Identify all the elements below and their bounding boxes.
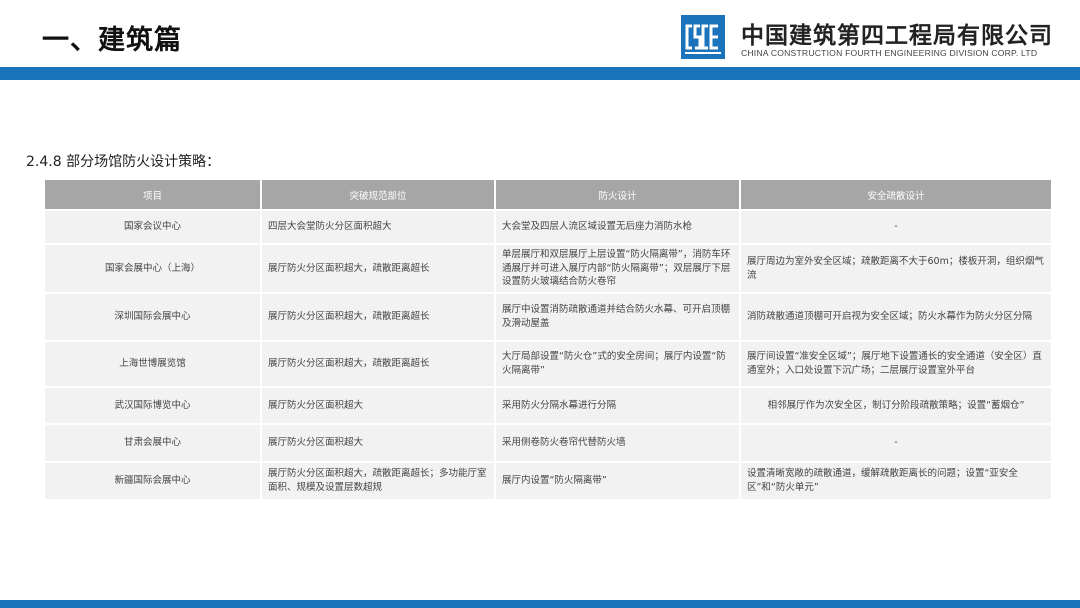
cell-project: 新疆国际会展中心 <box>45 463 260 499</box>
cell-project: 深圳国际会展中心 <box>45 294 260 340</box>
cell-evacuation-design: 相邻展厅作为次安全区，制订分阶段疏散策略；设置“蓄烟仓” <box>741 388 1051 423</box>
column-header-fire-design: 防火设计 <box>496 180 739 209</box>
cell-fire-design: 大会堂及四层人流区域设置无后座力消防水枪 <box>496 211 739 243</box>
cell-fire-design: 采用防火分隔水幕进行分隔 <box>496 388 739 423</box>
cell-fire-design: 采用侧卷防火卷帘代替防火墙 <box>496 425 739 461</box>
column-header-project: 项目 <box>45 180 260 209</box>
table-row: 国家会议中心 四层大会堂防火分区面积超大 大会堂及四层人流区域设置无后座力消防水… <box>45 211 1051 243</box>
cell-project: 国家会展中心（上海） <box>45 245 260 292</box>
company-name: 中国建筑第四工程局有限公司 <box>741 23 1053 49</box>
cell-exceeded-code: 展厅防火分区面积超大，疏散距离超长 <box>262 294 494 340</box>
table-header-row: 项目 突破规范部位 防火设计 安全疏散设计 <box>45 180 1051 209</box>
cell-evacuation-design: 展厅间设置“准安全区域”；展厅地下设置通长的安全通道（安全区）直通室外；入口处设… <box>741 342 1051 386</box>
cell-fire-design: 大厅局部设置“防火仓”式的安全房间；展厅内设置“防火隔离带” <box>496 342 739 386</box>
section-heading: 2.4.8 部分场馆防火设计策略： <box>26 154 221 170</box>
cell-exceeded-code: 展厅防火分区面积超大，疏散距离超长 <box>262 245 494 292</box>
cell-exceeded-code: 展厅防火分区面积超大，疏散距离超长；多功能厅室面积、规模及设置层数超规 <box>262 463 494 499</box>
footer-bar <box>0 600 1080 608</box>
cell-project: 甘肃会展中心 <box>45 425 260 461</box>
table-row: 深圳国际会展中心 展厅防火分区面积超大，疏散距离超长 展厅中设置消防疏散通道并结… <box>45 294 1051 340</box>
cell-project: 上海世博展览馆 <box>45 342 260 386</box>
cell-exceeded-code: 展厅防火分区面积超大 <box>262 388 494 423</box>
company-name-en: CHINA CONSTRUCTION FOURTH ENGINEERING DI… <box>741 48 1038 58</box>
cell-exceeded-code: 展厅防火分区面积超大 <box>262 425 494 461</box>
table-row: 新疆国际会展中心 展厅防火分区面积超大，疏散距离超长；多功能厅室面积、规模及设置… <box>45 463 1051 499</box>
cell-fire-design: 展厅中设置消防疏散通道并结合防火水幕、可开启顶棚及滑动屋盖 <box>496 294 739 340</box>
fire-strategy-table: 项目 突破规范部位 防火设计 安全疏散设计 国家会议中心 四层大会堂防火分区面积… <box>43 178 1053 501</box>
cell-evacuation-design: 展厅周边为室外安全区域；疏散距离不大于60m；楼板开洞，组织烟气流 <box>741 245 1051 292</box>
cell-fire-design: 单层展厅和双层展厅上层设置“防火隔离带”，消防车环通展厅并可进入展厅内部“防火隔… <box>496 245 739 292</box>
header-bar <box>0 67 1080 80</box>
cell-fire-design: 展厅内设置“防火隔离带” <box>496 463 739 499</box>
cell-evacuation-design: 消防疏散通道顶棚可开启视为安全区域；防火水幕作为防火分区分隔 <box>741 294 1051 340</box>
cscec-logo-icon <box>681 15 725 59</box>
cell-project: 武汉国际博览中心 <box>45 388 260 423</box>
cell-evacuation-design: - <box>741 425 1051 461</box>
cell-exceeded-code: 展厅防火分区面积超大，疏散距离超长 <box>262 342 494 386</box>
table-row: 国家会展中心（上海） 展厅防火分区面积超大，疏散距离超长 单层展厅和双层展厅上层… <box>45 245 1051 292</box>
column-header-evacuation-design: 安全疏散设计 <box>741 180 1051 209</box>
cell-project: 国家会议中心 <box>45 211 260 243</box>
cell-exceeded-code: 四层大会堂防火分区面积超大 <box>262 211 494 243</box>
cell-evacuation-design: 设置清晰宽敞的疏散通道，缓解疏散距离长的问题；设置“亚安全区”和“防火单元” <box>741 463 1051 499</box>
table-row: 武汉国际博览中心 展厅防火分区面积超大 采用防火分隔水幕进行分隔 相邻展厅作为次… <box>45 388 1051 423</box>
column-header-exceeded-code: 突破规范部位 <box>262 180 494 209</box>
page-title: 一、建筑篇 <box>42 25 182 56</box>
table-row: 甘肃会展中心 展厅防火分区面积超大 采用侧卷防火卷帘代替防火墙 - <box>45 425 1051 461</box>
table-row: 上海世博展览馆 展厅防火分区面积超大，疏散距离超长 大厅局部设置“防火仓”式的安… <box>45 342 1051 386</box>
cell-evacuation-design: - <box>741 211 1051 243</box>
